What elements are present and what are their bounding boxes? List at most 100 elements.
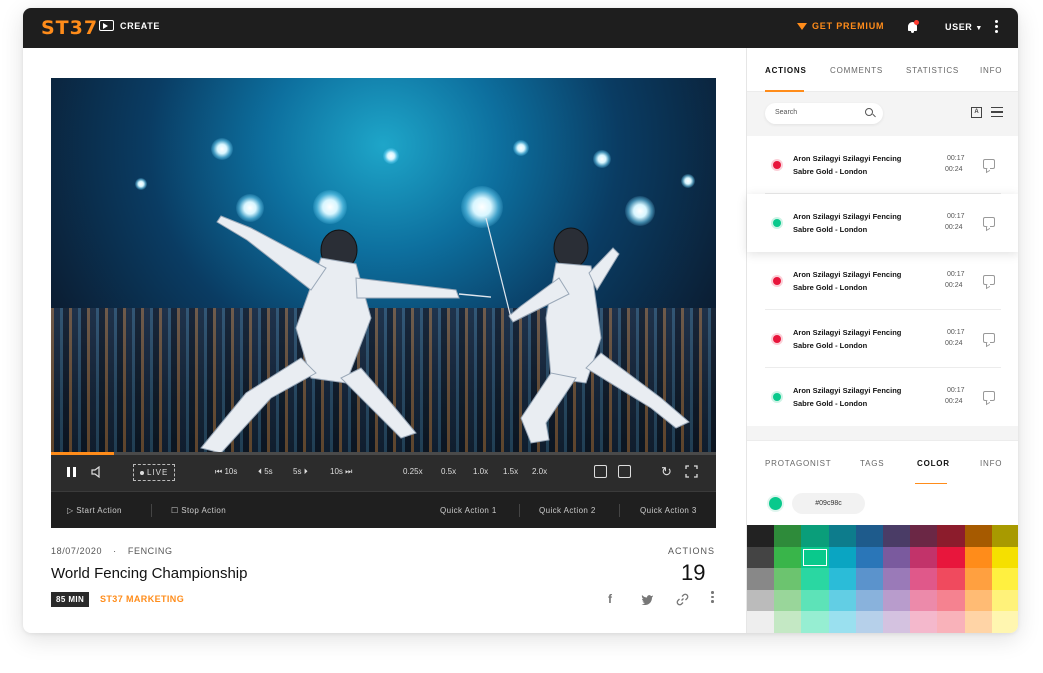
color-swatch[interactable] [747, 525, 775, 547]
color-swatch[interactable] [882, 589, 911, 612]
rewind-10-button[interactable]: ⏮ 10s [215, 467, 237, 477]
color-swatch[interactable] [828, 589, 856, 612]
color-swatch[interactable] [855, 546, 883, 569]
color-swatch[interactable] [828, 611, 856, 633]
tab-comments[interactable]: COMMENTS [830, 66, 883, 75]
comment-icon[interactable] [983, 159, 995, 169]
color-swatch[interactable] [964, 611, 992, 633]
color-swatch[interactable] [774, 568, 802, 590]
tab-color[interactable]: COLOR [917, 459, 950, 468]
color-swatch[interactable] [855, 589, 883, 612]
color-swatch[interactable] [801, 568, 829, 590]
color-swatch[interactable] [964, 568, 992, 590]
color-swatch[interactable] [855, 525, 883, 547]
create-button[interactable]: CREATE [99, 20, 160, 31]
comment-icon[interactable] [983, 333, 995, 343]
volume-icon[interactable] [91, 466, 103, 478]
color-swatch[interactable] [747, 546, 775, 569]
color-swatch[interactable] [937, 546, 965, 569]
video-frame[interactable] [51, 78, 716, 452]
color-swatch[interactable] [937, 568, 965, 590]
live-button[interactable]: LIVE [133, 464, 176, 481]
color-swatch[interactable] [910, 546, 938, 569]
tab-info[interactable]: INFO [980, 66, 1002, 75]
get-premium-button[interactable]: GET PREMIUM [797, 21, 884, 31]
color-swatch[interactable] [774, 525, 802, 547]
color-swatch[interactable] [774, 589, 802, 612]
text-format-icon[interactable]: A [971, 107, 982, 118]
forward-10-button[interactable]: 10s ⏭ [330, 467, 352, 477]
twitter-icon[interactable] [641, 594, 654, 605]
link-icon[interactable] [676, 593, 689, 606]
color-swatch[interactable] [801, 611, 829, 633]
color-swatch[interactable] [991, 525, 1018, 547]
fullscreen-icon[interactable] [685, 465, 698, 478]
color-swatch[interactable] [828, 546, 856, 569]
color-swatch[interactable] [964, 525, 992, 547]
quick-action-1-button[interactable]: Quick Action 1 [440, 506, 497, 515]
notification-bell-icon[interactable] [907, 20, 919, 34]
comment-icon[interactable] [983, 275, 995, 285]
color-swatch[interactable] [828, 525, 856, 547]
color-swatch[interactable] [747, 589, 775, 612]
stop-action-button[interactable]: ☐ Stop Action [171, 506, 226, 515]
comment-icon[interactable] [983, 217, 995, 227]
color-swatch[interactable] [910, 589, 938, 612]
color-swatch[interactable] [774, 611, 802, 633]
tab-statistics[interactable]: STATISTICS [906, 66, 959, 75]
color-swatch[interactable] [855, 568, 883, 590]
speed-option[interactable]: 0.5x [441, 467, 456, 476]
list-item[interactable]: Aron Szilagyi Szilagyi Fencing Sabre Gol… [747, 252, 1018, 310]
speed-option[interactable]: 2.0x [532, 467, 547, 476]
user-menu[interactable]: USER ▼ [945, 22, 983, 32]
list-item[interactable]: Aron Szilagyi Szilagyi Fencing Sabre Gol… [747, 310, 1018, 368]
color-swatch[interactable] [910, 525, 938, 547]
color-swatch[interactable] [910, 568, 938, 590]
color-swatch[interactable] [747, 611, 775, 633]
zoom-out-icon[interactable] [594, 465, 607, 478]
speed-option[interactable]: 1.0x [473, 467, 488, 476]
color-swatch[interactable] [964, 589, 992, 612]
color-swatch[interactable] [882, 611, 911, 633]
speed-option[interactable]: 1.5x [503, 467, 518, 476]
more-options-icon[interactable] [995, 20, 999, 36]
share-more-icon[interactable] [711, 591, 714, 603]
hex-color-input[interactable]: #09c98c [792, 493, 865, 514]
speed-option[interactable]: 0.25x [403, 467, 423, 476]
color-swatch[interactable] [937, 589, 965, 612]
pause-icon[interactable] [67, 467, 76, 477]
start-action-button[interactable]: ▷ Start Action [67, 506, 122, 515]
color-swatch[interactable] [991, 611, 1018, 633]
rewind-5-button[interactable]: ⏴ 5s [258, 467, 273, 477]
filter-sliders-icon[interactable] [991, 107, 1003, 118]
color-swatch[interactable] [882, 546, 911, 569]
quick-action-3-button[interactable]: Quick Action 3 [640, 506, 697, 515]
tab-protagonist[interactable]: PROTAGONIST [765, 459, 831, 468]
color-swatch[interactable] [855, 611, 883, 633]
tab-tags[interactable]: TAGS [860, 459, 884, 468]
quick-action-2-button[interactable]: Quick Action 2 [539, 506, 596, 515]
color-swatch[interactable] [964, 546, 992, 569]
color-swatch[interactable] [937, 611, 965, 633]
color-swatch[interactable] [991, 568, 1018, 590]
search-input[interactable]: Search [765, 103, 883, 124]
color-swatch[interactable] [774, 546, 802, 569]
comment-icon[interactable] [983, 391, 995, 401]
zoom-in-icon[interactable] [618, 465, 631, 478]
color-swatch[interactable] [882, 525, 911, 547]
color-swatch[interactable] [801, 525, 829, 547]
color-swatch[interactable] [937, 525, 965, 547]
list-item[interactable]: Aron Szilagyi Szilagyi Fencing Sabre Gol… [747, 136, 1018, 194]
color-swatch[interactable] [910, 611, 938, 633]
color-swatch[interactable] [801, 546, 829, 569]
color-swatch[interactable] [747, 568, 775, 590]
color-swatch[interactable] [991, 546, 1018, 569]
color-swatch[interactable] [882, 568, 911, 590]
replay-icon[interactable]: ↻ [661, 464, 672, 480]
color-swatch[interactable] [801, 589, 829, 612]
color-swatch[interactable] [828, 568, 856, 590]
tab-info-2[interactable]: INFO [980, 459, 1002, 468]
forward-5-button[interactable]: 5s ⏵ [293, 467, 308, 477]
list-item[interactable]: Aron Szilagyi Szilagyi Fencing Sabre Gol… [747, 368, 1018, 426]
owner-link[interactable]: ST37 MARKETING [100, 594, 184, 604]
